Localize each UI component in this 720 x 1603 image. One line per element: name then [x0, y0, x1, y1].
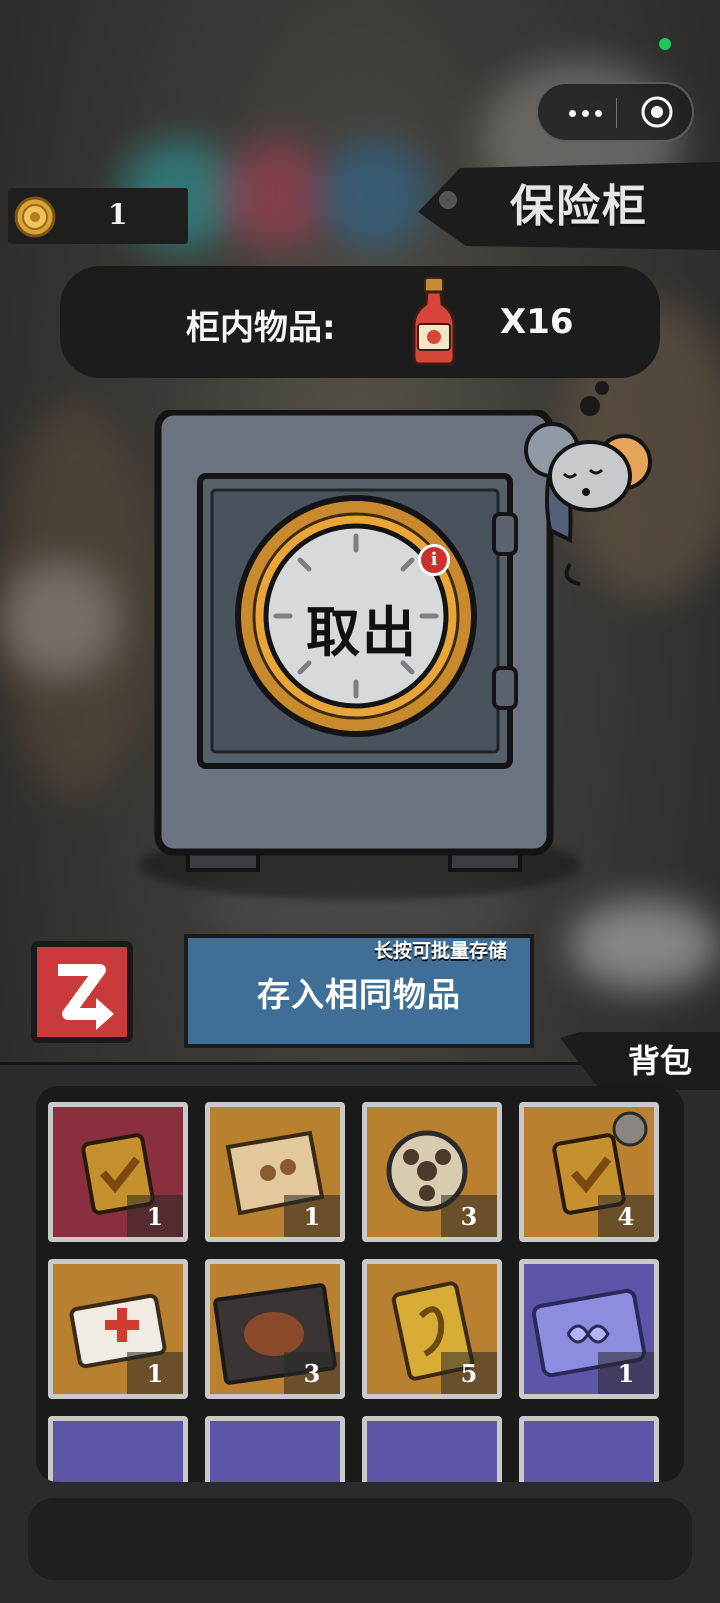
- bag-slot[interactable]: 1: [48, 1259, 188, 1399]
- page-title: 保险柜: [510, 181, 648, 232]
- withdraw-button[interactable]: 取出: [300, 588, 424, 667]
- store-hint: 长按可批量存储: [374, 940, 508, 962]
- info-icon[interactable]: i: [418, 544, 450, 576]
- coin-icon: [14, 196, 56, 238]
- bag-slot[interactable]: 3: [362, 1102, 502, 1242]
- bag-slot[interactable]: [205, 1416, 345, 1482]
- mini-program-capsule: [536, 82, 694, 142]
- capsule-divider: [616, 98, 617, 128]
- ketchup-bottle-icon: [412, 277, 456, 366]
- item-quantity: 5: [441, 1352, 497, 1394]
- bottom-bar: [28, 1498, 692, 1580]
- bag-slot[interactable]: [48, 1416, 188, 1482]
- coin-count: 1: [108, 198, 128, 231]
- status-indicator: [659, 38, 671, 50]
- safe-contents-label: 柜内物品:: [186, 308, 336, 348]
- item-quantity: 1: [127, 1352, 183, 1394]
- bag-slot[interactable]: 1: [205, 1102, 345, 1242]
- bag-slot[interactable]: 1: [48, 1102, 188, 1242]
- item-quantity: 3: [284, 1352, 340, 1394]
- safe-contents-count: X16: [500, 302, 574, 342]
- tab-bag[interactable]: 背包: [628, 1036, 692, 1082]
- more-menu-icon[interactable]: [560, 102, 610, 124]
- close-target-icon[interactable]: [640, 95, 674, 129]
- bag-slot[interactable]: [362, 1416, 502, 1482]
- blue-tag-icon: [210, 1421, 340, 1482]
- refresh-icon[interactable]: [30, 940, 134, 1046]
- item-quantity: 1: [284, 1195, 340, 1237]
- bag-slot[interactable]: [519, 1416, 659, 1482]
- coin-counter: 1: [8, 188, 188, 244]
- bag-slot[interactable]: 1: [519, 1259, 659, 1399]
- mouse-mascot: [524, 381, 652, 586]
- bag-grid: 1 1 3 4 1 3 5 1: [36, 1086, 684, 1482]
- item-quantity: 3: [441, 1195, 497, 1237]
- item-quantity: 4: [598, 1195, 654, 1237]
- store-same-items-label: 存入相同物品: [257, 975, 461, 1014]
- item-quantity: 1: [127, 1195, 183, 1237]
- gear-box-icon: [524, 1421, 654, 1482]
- first-aid-kit-icon: [367, 1421, 497, 1482]
- bag-slot[interactable]: 3: [205, 1259, 345, 1399]
- blue-card-icon: [53, 1421, 183, 1482]
- bag-slot[interactable]: 4: [519, 1102, 659, 1242]
- item-quantity: 1: [598, 1352, 654, 1394]
- bag-slot[interactable]: 5: [362, 1259, 502, 1399]
